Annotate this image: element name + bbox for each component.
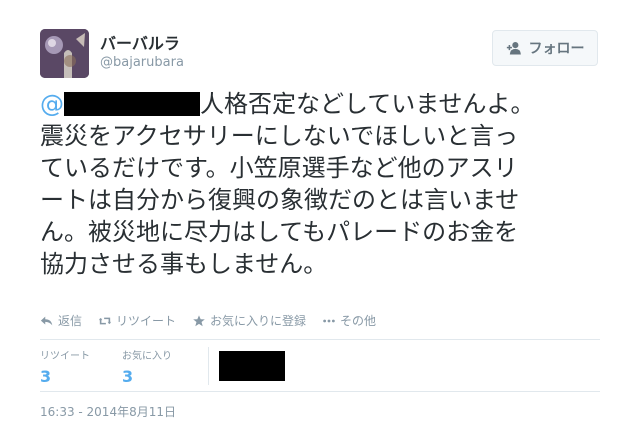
follow-button[interactable]: フォロー bbox=[492, 30, 598, 66]
reply-action[interactable]: 返信 bbox=[40, 312, 82, 329]
retweet-count: 3 bbox=[40, 367, 52, 386]
divider-bottom bbox=[40, 391, 600, 392]
retweet-stat-label: リツイート bbox=[40, 351, 90, 362]
retweet-label: リツイート bbox=[116, 314, 177, 328]
tweet-stats: リツイート 3 お気に入り 3 bbox=[40, 347, 285, 386]
star-icon bbox=[193, 314, 205, 326]
avatar[interactable] bbox=[40, 29, 89, 78]
divider-top bbox=[40, 339, 600, 340]
mention-at: @ bbox=[40, 90, 64, 118]
retweet-stat[interactable]: リツイート 3 bbox=[40, 347, 122, 386]
stats-separator bbox=[208, 347, 209, 385]
tweet-actions: 返信 リツイート お気に入りに登録 その他 bbox=[40, 312, 376, 329]
tweet-timestamp[interactable]: 16:33 - 2014年8月11日 bbox=[40, 403, 176, 420]
tweet-body: 人格否定などしていませんよ。 震災をアクセサリーにしないでほしいと言っ ているだ… bbox=[40, 90, 535, 278]
reply-icon bbox=[40, 316, 53, 325]
favorite-stat-label: お気に入り bbox=[122, 351, 172, 362]
follow-button-label: フォロー bbox=[528, 41, 585, 57]
more-label: その他 bbox=[340, 314, 377, 328]
user-info[interactable]: バーバルラ @bajarubara bbox=[100, 35, 184, 71]
favorite-stat[interactable]: お気に入り 3 bbox=[122, 347, 204, 386]
user-handle[interactable]: @bajarubara bbox=[100, 55, 184, 70]
redacted-favoriters bbox=[219, 351, 285, 381]
tweet-text: @ 人格否定などしていませんよ。 震災をアクセサリーにしないでほしいと言っ ている… bbox=[40, 88, 610, 280]
favorite-action[interactable]: お気に入りに登録 bbox=[192, 312, 306, 329]
user-fullname[interactable]: バーバルラ bbox=[100, 35, 184, 53]
retweet-icon bbox=[98, 317, 112, 324]
favorite-label: お気に入りに登録 bbox=[210, 314, 307, 328]
redacted-mention bbox=[64, 92, 200, 116]
mention-link[interactable]: @ bbox=[40, 90, 200, 118]
reply-label: 返信 bbox=[58, 314, 83, 328]
favorite-count: 3 bbox=[122, 367, 134, 386]
more-action[interactable]: その他 bbox=[322, 312, 376, 329]
avatar-image bbox=[40, 29, 89, 78]
tweet-card: バーバルラ @bajarubara フォロー @ 人格否定などしていませんよ。 震… bbox=[0, 0, 640, 447]
follow-person-icon bbox=[506, 41, 521, 54]
retweet-action[interactable]: リツイート bbox=[98, 312, 176, 329]
more-dots-icon bbox=[323, 319, 335, 322]
